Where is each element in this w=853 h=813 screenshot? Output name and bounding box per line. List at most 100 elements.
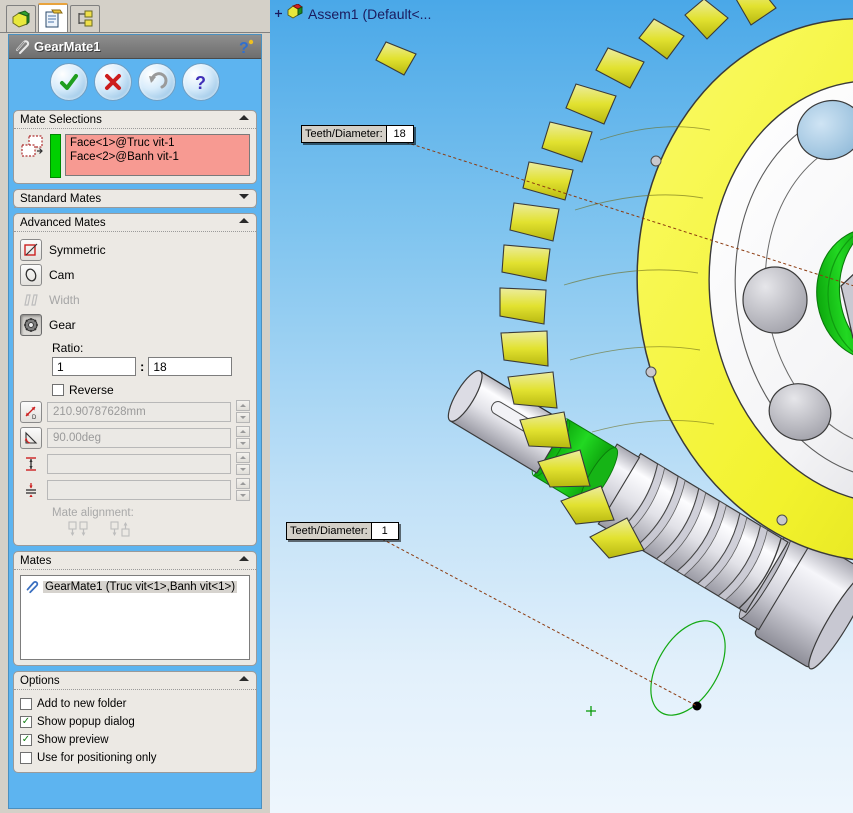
selected-entity-1[interactable]: Face<1>@Truc vit-1 bbox=[70, 136, 245, 150]
distance-spinner[interactable] bbox=[236, 400, 250, 423]
min-distance-input[interactable] bbox=[47, 479, 231, 500]
red-x-icon bbox=[105, 74, 121, 90]
solidworks-window: GearMate1 ? ? Mate Selections Face<1>@Tr… bbox=[0, 0, 853, 813]
min-distance-icon bbox=[20, 479, 42, 501]
cancel-button[interactable] bbox=[94, 63, 132, 101]
option-use-for-positioning-only[interactable]: Use for positioning only bbox=[20, 749, 250, 767]
mate-selections-header[interactable]: Mate Selections bbox=[14, 111, 256, 129]
show-preview-label: Show preview bbox=[37, 734, 109, 746]
property-manager-panel: GearMate1 ? ? Mate Selections Face<1>@Tr… bbox=[8, 34, 262, 809]
ratio-second-input[interactable]: 18 bbox=[148, 357, 233, 376]
advanced-mates-header[interactable]: Advanced Mates bbox=[14, 214, 256, 232]
help-button[interactable]: ? bbox=[182, 63, 220, 101]
mate-option-width: Width bbox=[20, 287, 250, 312]
aligned-icon bbox=[68, 521, 90, 540]
graphics-viewport[interactable]: Assem1 (Default<... Teeth/Diameter: 18 T… bbox=[270, 0, 853, 813]
distance-input[interactable]: 210.90787628mm bbox=[47, 401, 231, 422]
cam-mate-icon bbox=[20, 263, 42, 286]
blue-question-icon: ? bbox=[195, 73, 206, 93]
min-distance-field-row bbox=[20, 478, 250, 501]
callout-teeth-diameter-gear[interactable]: Teeth/Diameter: 18 bbox=[301, 125, 414, 143]
options-header[interactable]: Options bbox=[14, 672, 256, 690]
option-show-popup-dialog[interactable]: ✓ Show popup dialog bbox=[20, 713, 250, 731]
assembly-icon bbox=[287, 3, 304, 23]
standard-mates-title: Standard Mates bbox=[20, 192, 102, 205]
mate-option-gear[interactable]: Gear bbox=[20, 312, 250, 337]
gear-mate-icon bbox=[20, 313, 42, 336]
option-show-preview[interactable]: ✓ Show preview bbox=[20, 731, 250, 749]
show-preview-checkbox[interactable]: ✓ bbox=[20, 734, 32, 746]
add-to-new-folder-checkbox[interactable] bbox=[20, 698, 32, 710]
mates-group: Mates GearMate1 (Truc vit<1>,Banh vit<1>… bbox=[13, 551, 257, 666]
mate-paperclip-icon bbox=[15, 40, 30, 55]
configuration-manager-icon bbox=[78, 10, 93, 27]
reverse-row[interactable]: Reverse bbox=[52, 383, 250, 397]
mates-body: GearMate1 (Truc vit<1>,Banh vit<1>) bbox=[14, 570, 256, 665]
callout-teeth-diameter-worm[interactable]: Teeth/Diameter: 1 bbox=[286, 522, 399, 540]
max-distance-spinner[interactable] bbox=[236, 452, 250, 475]
chevron-up-icon[interactable] bbox=[239, 115, 249, 120]
configuration-manager-tab[interactable] bbox=[70, 5, 100, 32]
option-add-to-new-folder[interactable]: Add to new folder bbox=[20, 695, 250, 713]
max-distance-input[interactable] bbox=[47, 453, 231, 474]
chevron-down-icon[interactable] bbox=[239, 194, 249, 199]
callout-label: Teeth/Diameter: bbox=[287, 523, 371, 539]
symmetric-mate-icon bbox=[20, 238, 42, 261]
assembly-title: Assem1 (Default<... bbox=[308, 5, 432, 22]
mate-option-cam[interactable]: Cam bbox=[20, 262, 250, 287]
ratio-row: 1 : 18 bbox=[52, 357, 250, 376]
chevron-up-icon[interactable] bbox=[239, 676, 249, 681]
options-title: Options bbox=[20, 674, 60, 687]
callout-value[interactable]: 1 bbox=[370, 523, 398, 539]
add-to-new-folder-label: Add to new folder bbox=[37, 698, 127, 710]
ok-button[interactable] bbox=[50, 63, 88, 101]
anti-aligned-icon bbox=[110, 521, 132, 540]
min-distance-spinner[interactable] bbox=[236, 478, 250, 501]
ratio-separator: : bbox=[140, 359, 145, 374]
help-question-icon[interactable]: ? bbox=[237, 37, 255, 57]
svg-text:D: D bbox=[32, 415, 37, 420]
property-manager-titlebar: GearMate1 ? bbox=[9, 35, 261, 59]
callout-value[interactable]: 18 bbox=[385, 126, 413, 142]
svg-text:?: ? bbox=[239, 40, 249, 57]
advanced-mates-title: Advanced Mates bbox=[20, 216, 106, 229]
svg-text:?: ? bbox=[195, 73, 206, 93]
distance-dimension-icon[interactable]: D bbox=[20, 400, 42, 423]
mates-list[interactable]: GearMate1 (Truc vit<1>,Banh vit<1>) bbox=[20, 575, 250, 660]
ratio-first-input[interactable]: 1 bbox=[52, 357, 136, 376]
angle-input[interactable]: 90.00deg bbox=[47, 427, 231, 448]
use-for-positioning-only-checkbox[interactable] bbox=[20, 752, 32, 764]
mate-alignment-row bbox=[68, 521, 250, 540]
feature-manager-tab[interactable] bbox=[6, 5, 36, 32]
advanced-mates-body: Symmetric Cam Width Gear Ratio: 1: 18 R… bbox=[14, 232, 256, 545]
mates-header[interactable]: Mates bbox=[14, 552, 256, 570]
mate-entities-list[interactable]: Face<1>@Truc vit-1 Face<2>@Banh vit-1 bbox=[65, 134, 250, 176]
use-for-positioning-only-label: Use for positioning only bbox=[37, 752, 157, 764]
options-body: Add to new folder ✓ Show popup dialog ✓ … bbox=[14, 690, 256, 772]
reverse-checkbox[interactable] bbox=[52, 384, 64, 396]
manager-tabstrip bbox=[0, 0, 270, 33]
standard-mates-header[interactable]: Standard Mates bbox=[14, 190, 256, 208]
standard-mates-group: Standard Mates bbox=[13, 189, 257, 208]
angle-spinner[interactable] bbox=[236, 426, 250, 449]
mate-option-gear-label: Gear bbox=[49, 317, 76, 332]
model-3d-render bbox=[375, 0, 853, 716]
mate-option-cam-label: Cam bbox=[49, 267, 75, 282]
mates-title: Mates bbox=[20, 554, 52, 567]
max-distance-field-row bbox=[20, 452, 250, 475]
mate-option-symmetric-label: Symmetric bbox=[49, 242, 106, 257]
show-popup-dialog-checkbox[interactable]: ✓ bbox=[20, 716, 32, 728]
mate-option-symmetric[interactable]: Symmetric bbox=[20, 237, 250, 262]
mate-selections-group: Mate Selections Face<1>@Truc vit-1 Face<… bbox=[13, 110, 257, 184]
plus-icon[interactable] bbox=[274, 9, 283, 18]
list-item[interactable]: GearMate1 (Truc vit<1>,Banh vit<1>) bbox=[24, 579, 246, 594]
selected-entity-2[interactable]: Face<2>@Banh vit-1 bbox=[70, 150, 245, 164]
angle-dimension-icon[interactable] bbox=[20, 426, 42, 449]
property-manager-tab[interactable] bbox=[38, 3, 68, 32]
advanced-mates-group: Advanced Mates Symmetric Cam Width Gear … bbox=[13, 213, 257, 546]
chevron-up-icon[interactable] bbox=[239, 556, 249, 561]
mate-alignment-label: Mate alignment: bbox=[52, 507, 134, 519]
chevron-up-icon[interactable] bbox=[239, 218, 249, 223]
undo-arrow-icon bbox=[149, 72, 168, 89]
show-popup-dialog-label: Show popup dialog bbox=[37, 716, 135, 728]
